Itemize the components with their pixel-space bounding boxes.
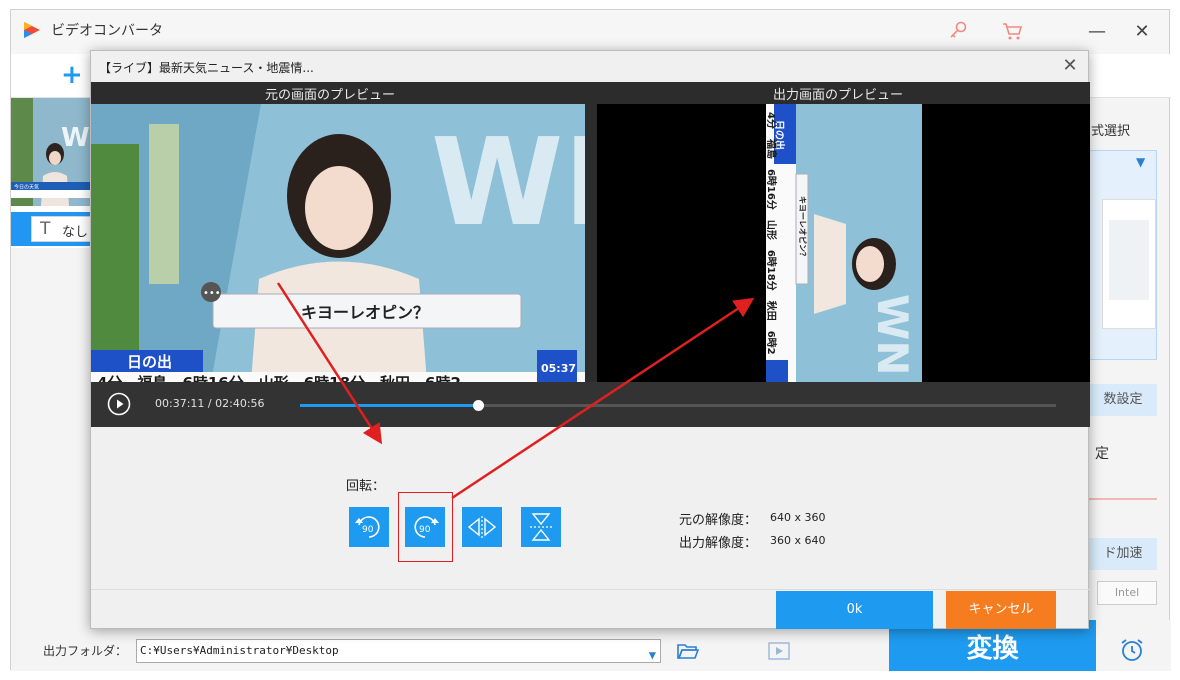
source-resolution-label: 元の解像度： [679, 513, 758, 528]
output-resolution-value: 360 x 640 [770, 534, 826, 547]
flip-vertical-icon [530, 513, 552, 541]
video-thumbnail[interactable]: W 今日の天気 [11, 98, 93, 206]
rotated-backdrop-logo: WN [868, 294, 917, 375]
format-select-label: 式選択 [1091, 124, 1131, 139]
text-icon: T [40, 219, 51, 239]
close-button[interactable]: ✕ [1122, 18, 1162, 46]
flip-horizontal-icon [467, 516, 497, 538]
backdrop-logo: WN [431, 114, 585, 253]
intel-badge[interactable]: Intel [1097, 581, 1157, 605]
highlight-box [398, 492, 453, 562]
rotate-ccw-label: 90 [362, 525, 374, 535]
file-list-panel: W 今日の天気 T なし [11, 98, 93, 248]
quality-slider[interactable] [1089, 498, 1157, 500]
rotate-left-icon: 90 [355, 516, 380, 538]
settings-panel: 式選択 ▼ 数設定 定 ド加速 Intel [1089, 98, 1171, 618]
output-path-field[interactable]: C:¥Users¥Administrator¥Desktop ▼ [136, 639, 661, 663]
cancel-button[interactable]: キャンセル [946, 591, 1056, 629]
rotate-label: 回転： [346, 479, 386, 494]
playback-controls: 00:37:11 / 02:40:56 [91, 382, 1090, 427]
output-video: 日の出 4分 福島 6時16分 山形 6時18分 秋田 6時2 キヨーレオピン？… [597, 104, 1090, 382]
edit-settings-label: 定 [1095, 446, 1109, 462]
output-resolution-label: 出力解像度： [679, 536, 758, 551]
output-folder-label: 出力フォルダ： [43, 644, 128, 658]
hw-accel-button[interactable]: ド加速 [1089, 538, 1157, 570]
seek-bar[interactable] [300, 400, 1056, 411]
cart-icon[interactable] [1001, 20, 1023, 42]
output-video-frame: 日の出 4分 福島 6時16分 山形 6時18分 秋田 6時2 キヨーレオピン？… [597, 104, 1090, 382]
source-resolution-value: 640 x 360 [770, 511, 826, 524]
param-settings-button[interactable]: 数設定 [1089, 384, 1157, 416]
rotate-dialog: 【ライブ】最新天気ニュース・地震情... ✕ 元の画面のプレビュー 出力画面のプ… [90, 50, 1090, 629]
format-preview [1102, 199, 1156, 329]
film-icon[interactable] [768, 642, 790, 660]
play-icon[interactable] [107, 392, 131, 416]
dialog-divider [91, 589, 1090, 590]
subtitle-select[interactable]: T なし [31, 216, 93, 242]
rotated-ticker: 4分 福島 6時16分 山形 6時18分 秋田 6時2 [765, 112, 778, 355]
format-card[interactable]: ▼ [1089, 150, 1157, 360]
thumbnail-caption: 今日の天気 [14, 184, 39, 191]
app-logo-icon [24, 22, 40, 38]
time-separator: / [207, 397, 212, 410]
output-path-dropdown-icon[interactable]: ▼ [649, 644, 656, 666]
title-bar: ビデオコンバータ — ✕ [11, 10, 1169, 54]
ok-button[interactable]: 0k [776, 591, 933, 629]
source-video: WN キヨーレオピン？ ••• 日の出 4分 福島 6時16分 山形 6時18分… [91, 104, 585, 382]
add-file-button[interactable]: + [61, 60, 83, 90]
total-time: 02:40:56 [215, 397, 265, 410]
key-icon[interactable] [947, 20, 969, 42]
thumbnail-image: W 今日の天気 [11, 98, 93, 206]
subtitle-value: なし [62, 225, 89, 240]
source-preview-label: 元の画面のプレビュー [265, 88, 396, 103]
rotated-caption: キヨーレオピン？ [798, 196, 808, 260]
current-time: 00:37:11 [155, 397, 205, 410]
ticker-text: 4分 福島 6時16分 山形 6時18分 秋田 6時2 [97, 374, 461, 382]
output-preview-label: 出力画面のプレビュー [773, 88, 904, 103]
output-path-value: C:¥Users¥Administrator¥Desktop [140, 644, 339, 657]
seek-handle[interactable] [472, 400, 484, 411]
dialog-title: 【ライブ】最新天気ニュース・地震情... [99, 61, 314, 75]
svg-text:•••: ••• [203, 288, 221, 299]
app-title: ビデオコンバータ [51, 23, 163, 39]
clock-text: 05:37 [541, 362, 576, 375]
rotate-ccw-90-button[interactable]: 90 [349, 507, 389, 547]
device-image [1109, 220, 1149, 300]
subtitle-row: T なし [11, 212, 93, 246]
flip-horizontal-button[interactable] [462, 507, 502, 547]
caption-bubble-text: キヨーレオピン？ [301, 303, 429, 322]
preview-area: 元の画面のプレビュー 出力画面のプレビュー WN キヨーレオピン？ ••• [91, 82, 1090, 427]
screen: ビデオコンバータ — ✕ + W 今日の天気 T なし 式選択 ▼ 数設定 定 … [0, 0, 1180, 680]
seek-progress [300, 404, 478, 407]
flip-vertical-button[interactable] [521, 507, 561, 547]
alarm-clock-icon[interactable] [1119, 638, 1145, 662]
format-dropdown-icon[interactable]: ▼ [1136, 155, 1145, 169]
dialog-close-icon[interactable]: ✕ [1060, 55, 1080, 76]
timecode: 00:37:11 / 02:40:56 [155, 397, 265, 410]
folder-open-icon[interactable] [677, 642, 699, 660]
svg-text:W: W [61, 123, 90, 153]
source-video-frame: WN キヨーレオピン？ ••• 日の出 4分 福島 6時16分 山形 6時18分… [91, 104, 585, 382]
minimize-button[interactable]: — [1077, 18, 1117, 46]
sunrise-header: 日の出 [127, 353, 172, 371]
